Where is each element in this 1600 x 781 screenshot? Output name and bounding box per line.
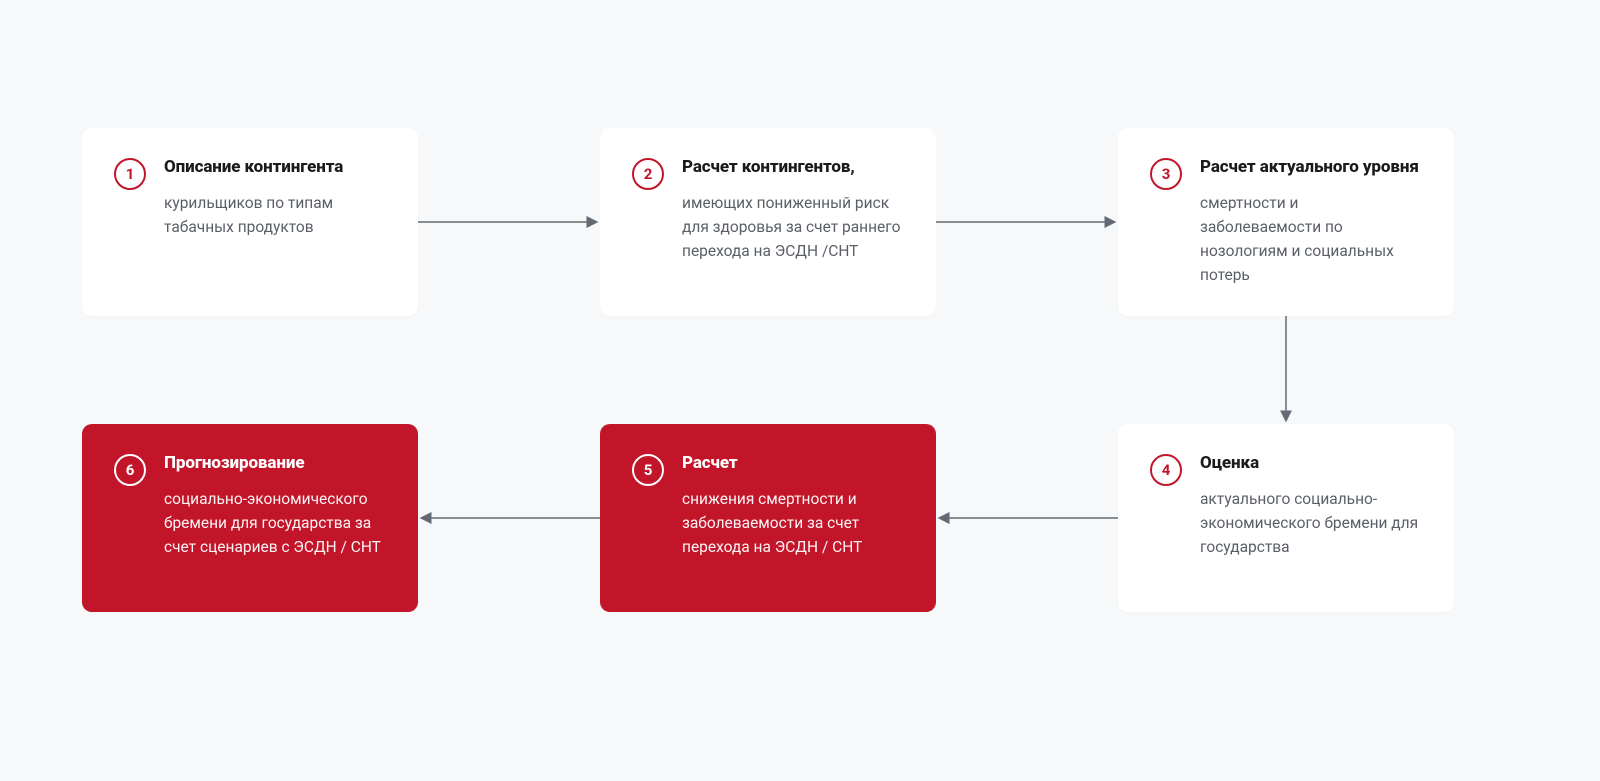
step-title: Расчет актуального уровня xyxy=(1200,156,1422,179)
step-description: социально-экономического бремени для гос… xyxy=(164,487,386,559)
step-card-4: 4 Оценка актуального социально-экономиче… xyxy=(1118,424,1454,612)
step-card-3: 3 Расчет актуального уровня смертности и… xyxy=(1118,128,1454,316)
step-number-badge: 1 xyxy=(114,158,146,190)
step-title: Прогнозирование xyxy=(164,452,386,475)
step-description: имеющих пониженный риск для здоровья за … xyxy=(682,191,904,263)
step-card-6: 6 Прогнозирование социально-экономическо… xyxy=(82,424,418,612)
step-card-2: 2 Расчет контингентов, имеющих пониженны… xyxy=(600,128,936,316)
step-card-1: 1 Описание контингента курильщиков по ти… xyxy=(82,128,418,316)
step-number-badge: 2 xyxy=(632,158,664,190)
step-title: Описание контингента xyxy=(164,156,386,179)
flow-arrows xyxy=(0,0,1600,781)
step-title: Оценка xyxy=(1200,452,1422,475)
step-title: Расчет xyxy=(682,452,904,475)
step-description: снижения смертности и заболеваемости за … xyxy=(682,487,904,559)
step-number-badge: 3 xyxy=(1150,158,1182,190)
step-number-badge: 5 xyxy=(632,454,664,486)
step-description: актуального социально-экономического бре… xyxy=(1200,487,1422,559)
step-number-badge: 4 xyxy=(1150,454,1182,486)
step-description: курильщиков по типам табачных продуктов xyxy=(164,191,386,239)
step-number-badge: 6 xyxy=(114,454,146,486)
step-card-5: 5 Расчет снижения смертности и заболевае… xyxy=(600,424,936,612)
step-description: смертности и заболеваемости по нозология… xyxy=(1200,191,1422,287)
step-title: Расчет контингентов, xyxy=(682,156,904,179)
process-diagram: 1 Описание контингента курильщиков по ти… xyxy=(0,0,1600,781)
